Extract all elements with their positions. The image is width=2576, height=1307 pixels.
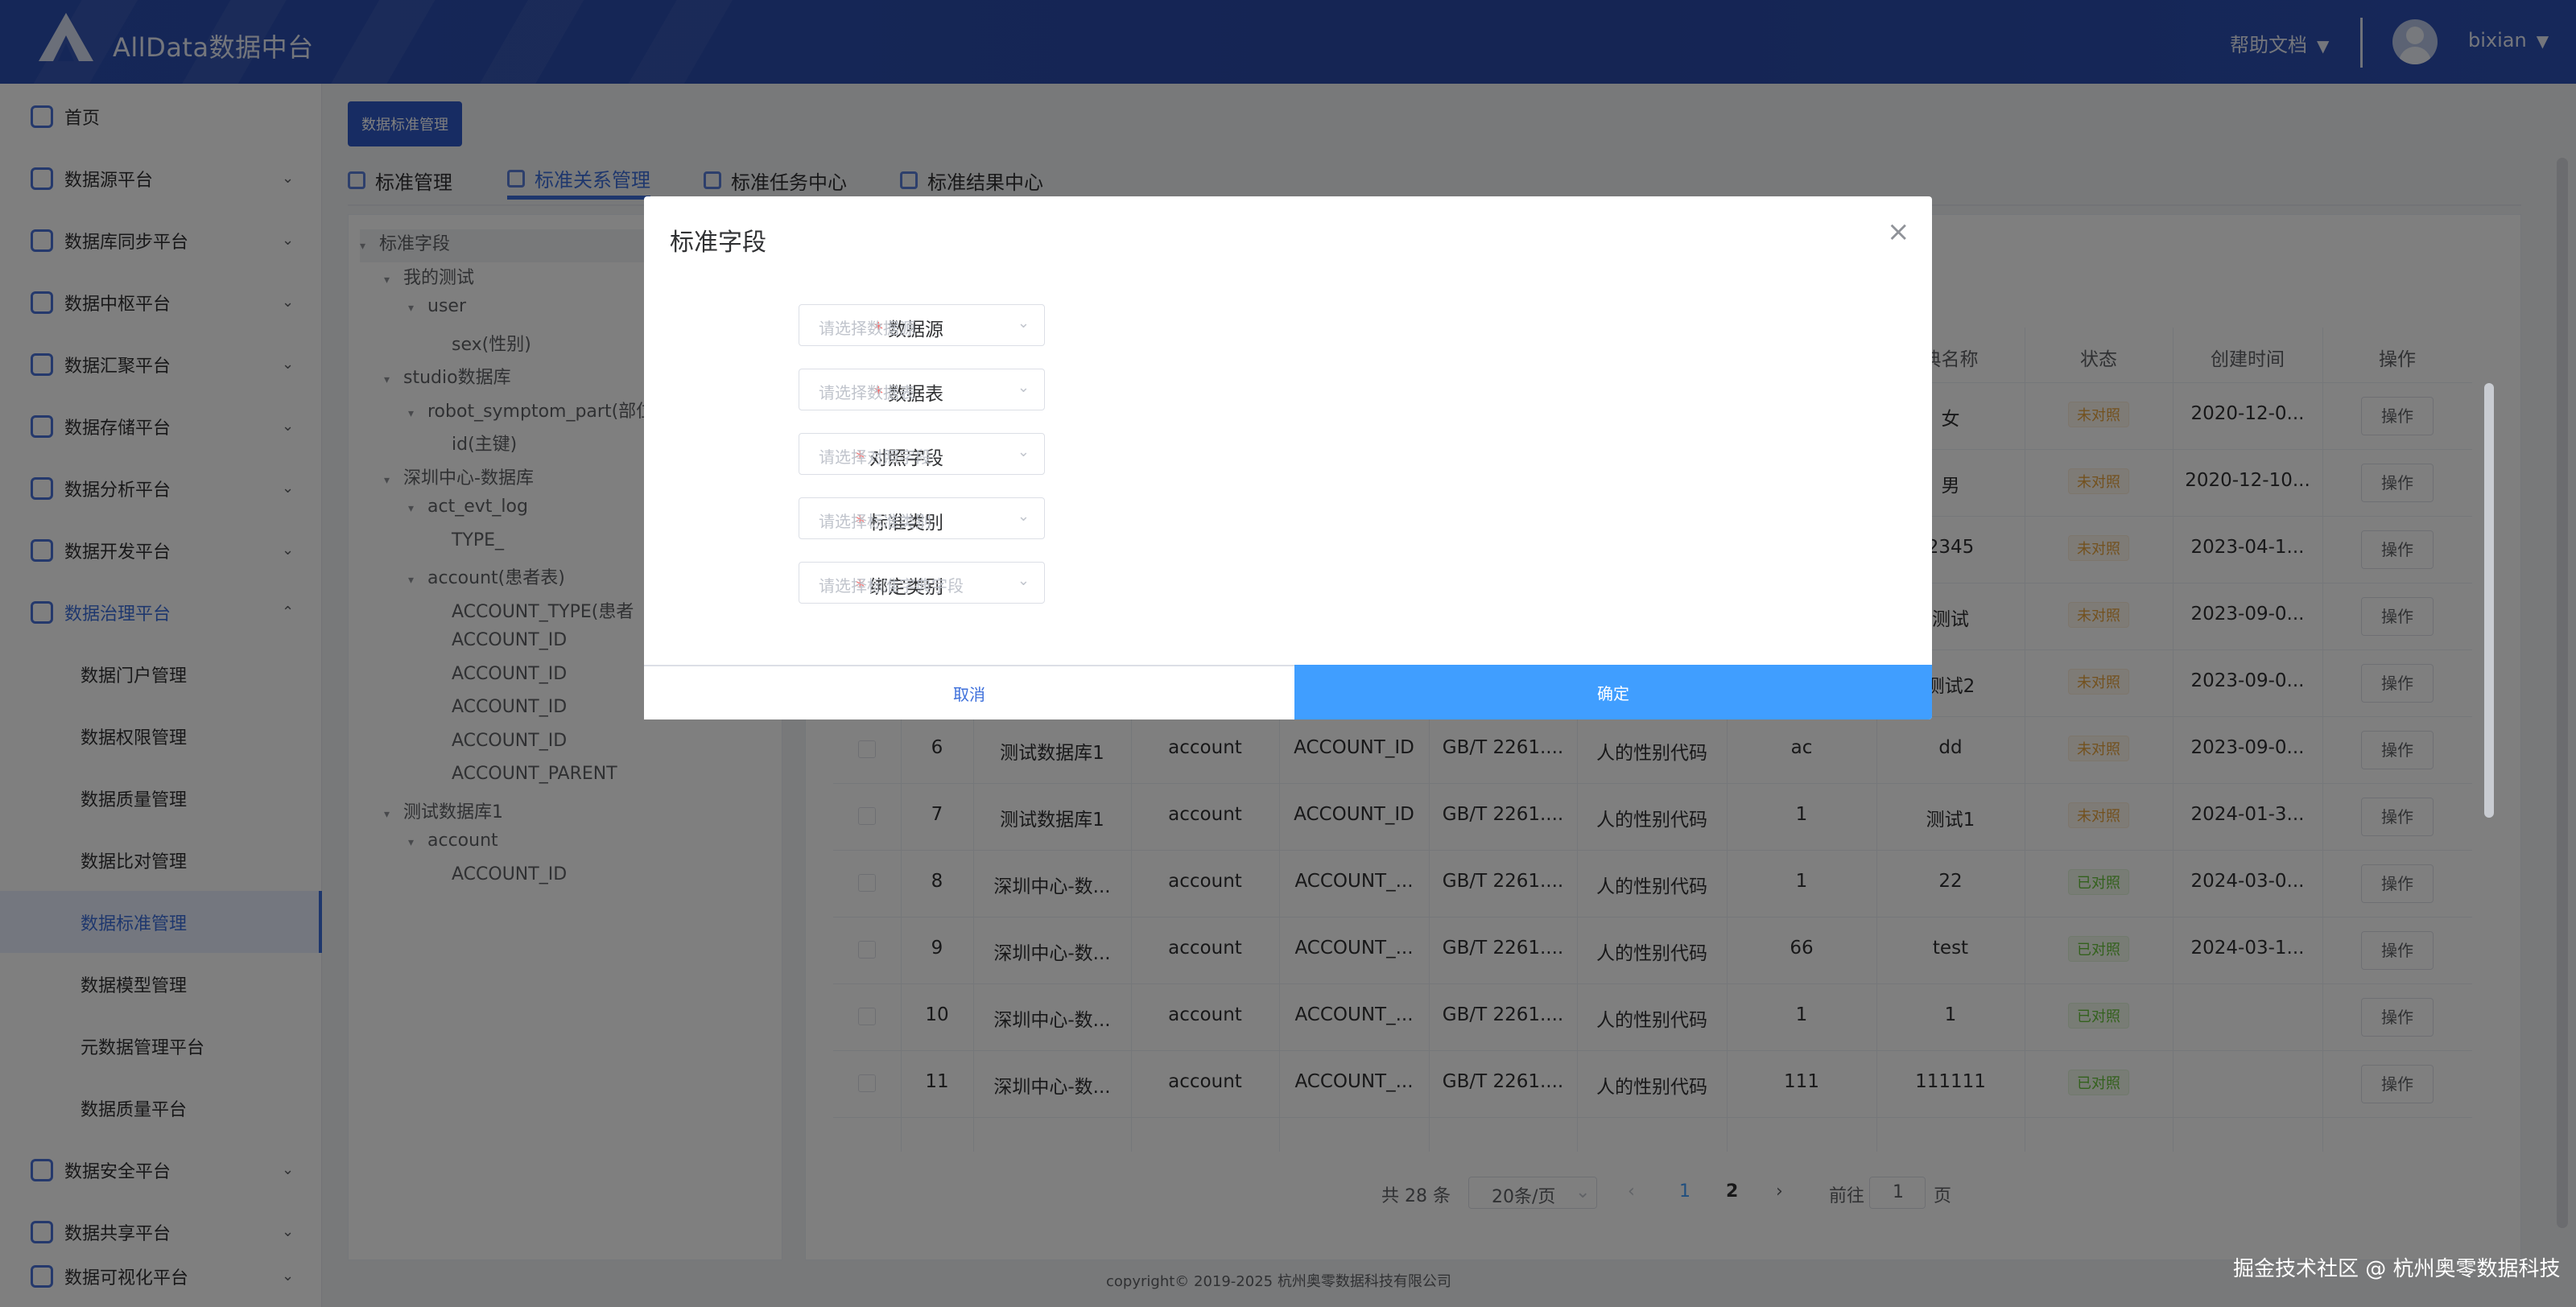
- compare-field-select[interactable]: 请选择对照字段 ⌄: [799, 433, 1045, 475]
- table-scrollbar[interactable]: [2484, 383, 2494, 818]
- form-row-bind-type: * 绑定类别 请选择标准字典字段 ⌄: [644, 562, 1932, 604]
- watermark: 掘金技术社区 @ 杭州奥零数据科技: [2233, 1257, 2561, 1281]
- datasource-select[interactable]: 请选择数据源 ⌄: [799, 304, 1045, 346]
- cancel-button[interactable]: 取消: [644, 665, 1294, 719]
- select-placeholder: 请选择数据源: [819, 319, 915, 338]
- chevron-down-icon: ⌄: [1017, 508, 1030, 525]
- standard-type-select[interactable]: 请选择标准类别 ⌄: [799, 497, 1045, 539]
- form-row-standard-type: * 标准类别 请选择标准类别 ⌄: [644, 497, 1932, 539]
- form-row-compare-field: * 对照字段 请选择对照字段 ⌄: [644, 433, 1932, 475]
- select-placeholder: 请选择对照字段: [819, 447, 931, 467]
- dialog-title: 标准字段: [670, 229, 766, 257]
- table-select[interactable]: 请选择数据表 ⌄: [799, 369, 1045, 410]
- bind-type-select[interactable]: 请选择标准字典字段 ⌄: [799, 562, 1045, 604]
- chevron-down-icon: ⌄: [1017, 379, 1030, 396]
- form-row-datasource: * 数据源 请选择数据源 ⌄: [644, 304, 1932, 346]
- chevron-down-icon: ⌄: [1017, 315, 1030, 332]
- standard-field-dialog: 标准字段 × * 数据源 请选择数据源 ⌄ * 数据表 请选择数据表 ⌄ * 对照字段 请…: [644, 196, 1932, 719]
- select-placeholder: 请选择数据表: [819, 383, 915, 402]
- close-icon[interactable]: ×: [1887, 216, 1910, 248]
- select-placeholder: 请选择标准类别: [819, 512, 931, 531]
- chevron-down-icon: ⌄: [1017, 572, 1030, 589]
- confirm-button[interactable]: 确定: [1294, 665, 1932, 719]
- select-placeholder: 请选择标准字典字段: [819, 576, 964, 596]
- form-row-table: * 数据表 请选择数据表 ⌄: [644, 369, 1932, 410]
- chevron-down-icon: ⌄: [1017, 443, 1030, 460]
